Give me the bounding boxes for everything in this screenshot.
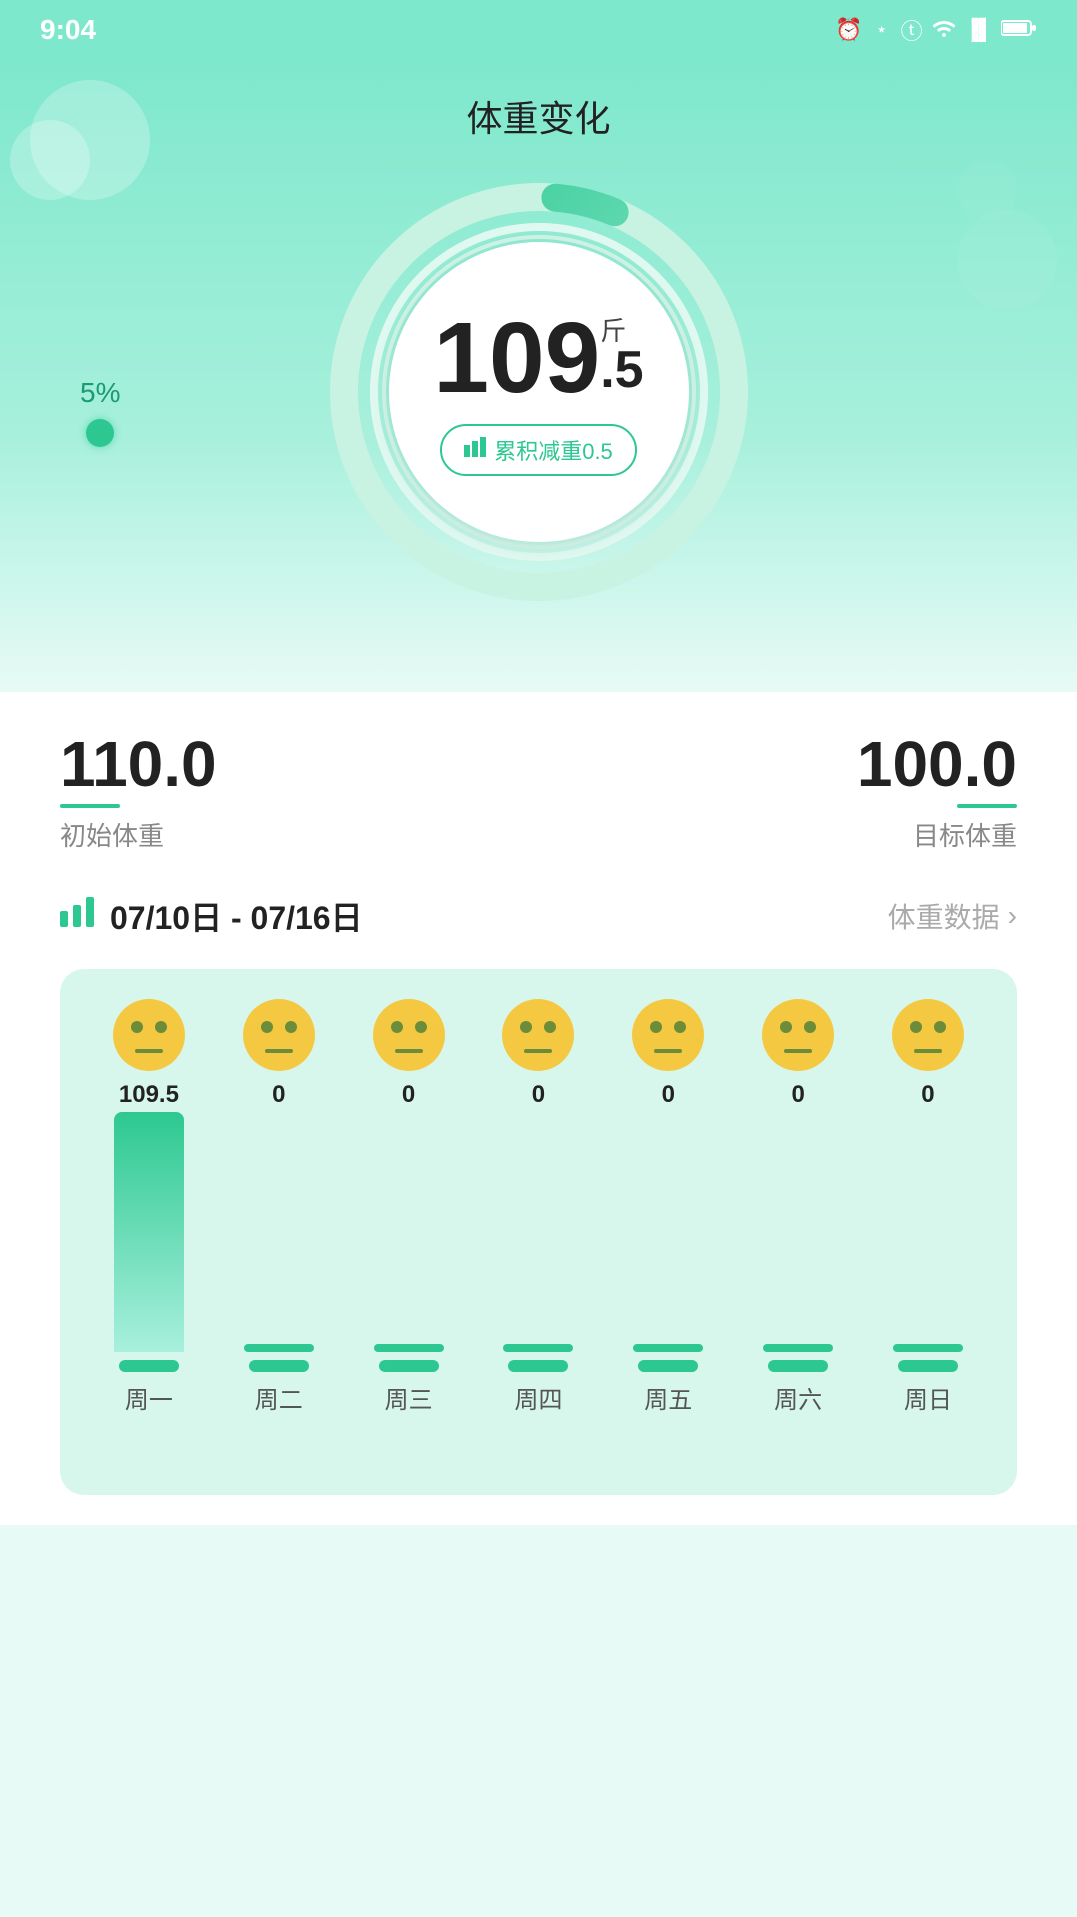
bar-wrapper-4: 周五 [608,1344,728,1415]
signal-icon: ▐▌ [965,19,993,42]
percentage-text: 5% [80,377,120,409]
chart-card: 109.5 0 0 0 0 0 0 周一 周二 周三 周四 周五 周六 周日 [60,969,1017,1495]
day-label-5: 周六 [774,1380,822,1415]
date-range-left: 07/10日 - 07/16日 [60,893,363,939]
bar-wrapper-0: 周一 [89,1112,209,1415]
bar-pill-6 [898,1360,958,1372]
bar-5 [763,1344,833,1352]
bar-chart-area: 周一 周二 周三 周四 周五 周六 周日 [84,1125,993,1465]
day-col-0: 109.5 [89,999,209,1115]
day-label-0: 周一 [125,1380,173,1415]
gauge-inner: 109 斤 .5 累积减重0.5 [389,242,689,542]
weight-data-link[interactable]: 体重数据 › [888,896,1017,936]
emoji-face-4 [632,999,704,1071]
weight-number: 109 [433,308,600,408]
initial-weight-label: 初始体重 [60,816,217,853]
cumulative-label: 累积减重0.5 [494,434,613,466]
bar-pill-3 [508,1360,568,1372]
emoji-face-6 [892,999,964,1071]
day-col-5: 0 [738,999,858,1115]
gauge-wrapper: 109 斤 .5 累积减重0.5 [329,182,749,602]
bar-4 [633,1344,703,1352]
emoji-row: 109.5 0 0 0 0 0 0 [84,999,993,1115]
day-col-3: 0 [478,999,598,1115]
chevron-right-icon: › [1008,900,1017,932]
bar-6 [893,1344,963,1352]
gauge-section: 5% [0,162,1077,632]
percentage-dot [86,419,114,447]
day-label-2: 周三 [385,1380,433,1415]
status-bar: 9:04 ⏰ ﹡ ⓣ ▐▌ [0,0,1077,60]
emoji-face-1 [243,999,315,1071]
bluetooth-icon: ﹡ [871,14,893,46]
nfc-icon: ⓣ [901,14,923,46]
emoji-face-5 [762,999,834,1071]
cumulative-badge: 累积减重0.5 [440,424,637,476]
top-section: 体重变化 5% [0,60,1077,692]
day-weight-2: 0 [402,1081,415,1109]
target-weight-stat: 100.0 目标体重 [857,732,1017,853]
day-weight-6: 0 [921,1081,934,1109]
date-range-text: 07/10日 - 07/16日 [110,893,363,939]
bar-pill-5 [768,1360,828,1372]
battery-icon [1001,17,1037,43]
wifi-icon [931,17,957,43]
weight-data-label: 体重数据 [888,896,1000,936]
bar-3 [503,1344,573,1352]
day-col-6: 0 [868,999,988,1115]
date-range-row[interactable]: 07/10日 - 07/16日 体重数据 › [60,893,1017,939]
bottom-area [0,1525,1077,1725]
weight-display: 109 斤 .5 [433,308,643,408]
chart-icon [60,897,94,935]
bar-pill-2 [379,1360,439,1372]
emoji-face-2 [373,999,445,1071]
bar-2 [374,1344,444,1352]
day-label-3: 周四 [514,1380,562,1415]
initial-weight-value: 110.0 [60,732,217,796]
initial-weight-underline [60,804,120,808]
alarm-icon: ⏰ [835,17,862,43]
day-col-4: 0 [608,999,728,1115]
status-time: 9:04 [40,14,96,46]
day-weight-3: 0 [532,1081,545,1109]
bar-pill-4 [638,1360,698,1372]
target-weight-underline [957,804,1017,808]
weight-decimal-unit: 斤 .5 [600,308,643,396]
day-weight-4: 0 [662,1081,675,1109]
day-label-1: 周二 [255,1380,303,1415]
weight-stats: 110.0 初始体重 100.0 目标体重 [60,732,1017,853]
day-col-2: 0 [349,999,469,1115]
day-label-6: 周日 [904,1380,952,1415]
page-title: 体重变化 [0,60,1077,162]
status-icons: ⏰ ﹡ ⓣ ▐▌ [835,14,1037,46]
weight-decimal: .5 [600,344,643,396]
bar-wrapper-2: 周三 [349,1344,469,1415]
chart-bar-icon [464,437,486,463]
bar-0 [114,1112,184,1352]
day-weight-5: 0 [791,1081,804,1109]
day-label-4: 周五 [644,1380,692,1415]
initial-weight-stat: 110.0 初始体重 [60,732,217,853]
bar-wrapper-6: 周日 [868,1344,988,1415]
day-weight-0: 109.5 [119,1081,179,1109]
day-col-1: 0 [219,999,339,1115]
stats-section: 110.0 初始体重 100.0 目标体重 07/10日 - 07/16日 体重… [0,692,1077,1525]
emoji-face-3 [502,999,574,1071]
bar-wrapper-1: 周二 [219,1344,339,1415]
bar-wrapper-5: 周六 [738,1344,858,1415]
day-weight-1: 0 [272,1081,285,1109]
bar-pill-0 [119,1360,179,1372]
emoji-face-0 [113,999,185,1071]
bar-pill-1 [249,1360,309,1372]
bar-wrapper-3: 周四 [478,1344,598,1415]
bar-1 [244,1344,314,1352]
target-weight-value: 100.0 [857,732,1017,796]
percentage-label: 5% [80,377,120,447]
target-weight-label: 目标体重 [913,816,1017,853]
